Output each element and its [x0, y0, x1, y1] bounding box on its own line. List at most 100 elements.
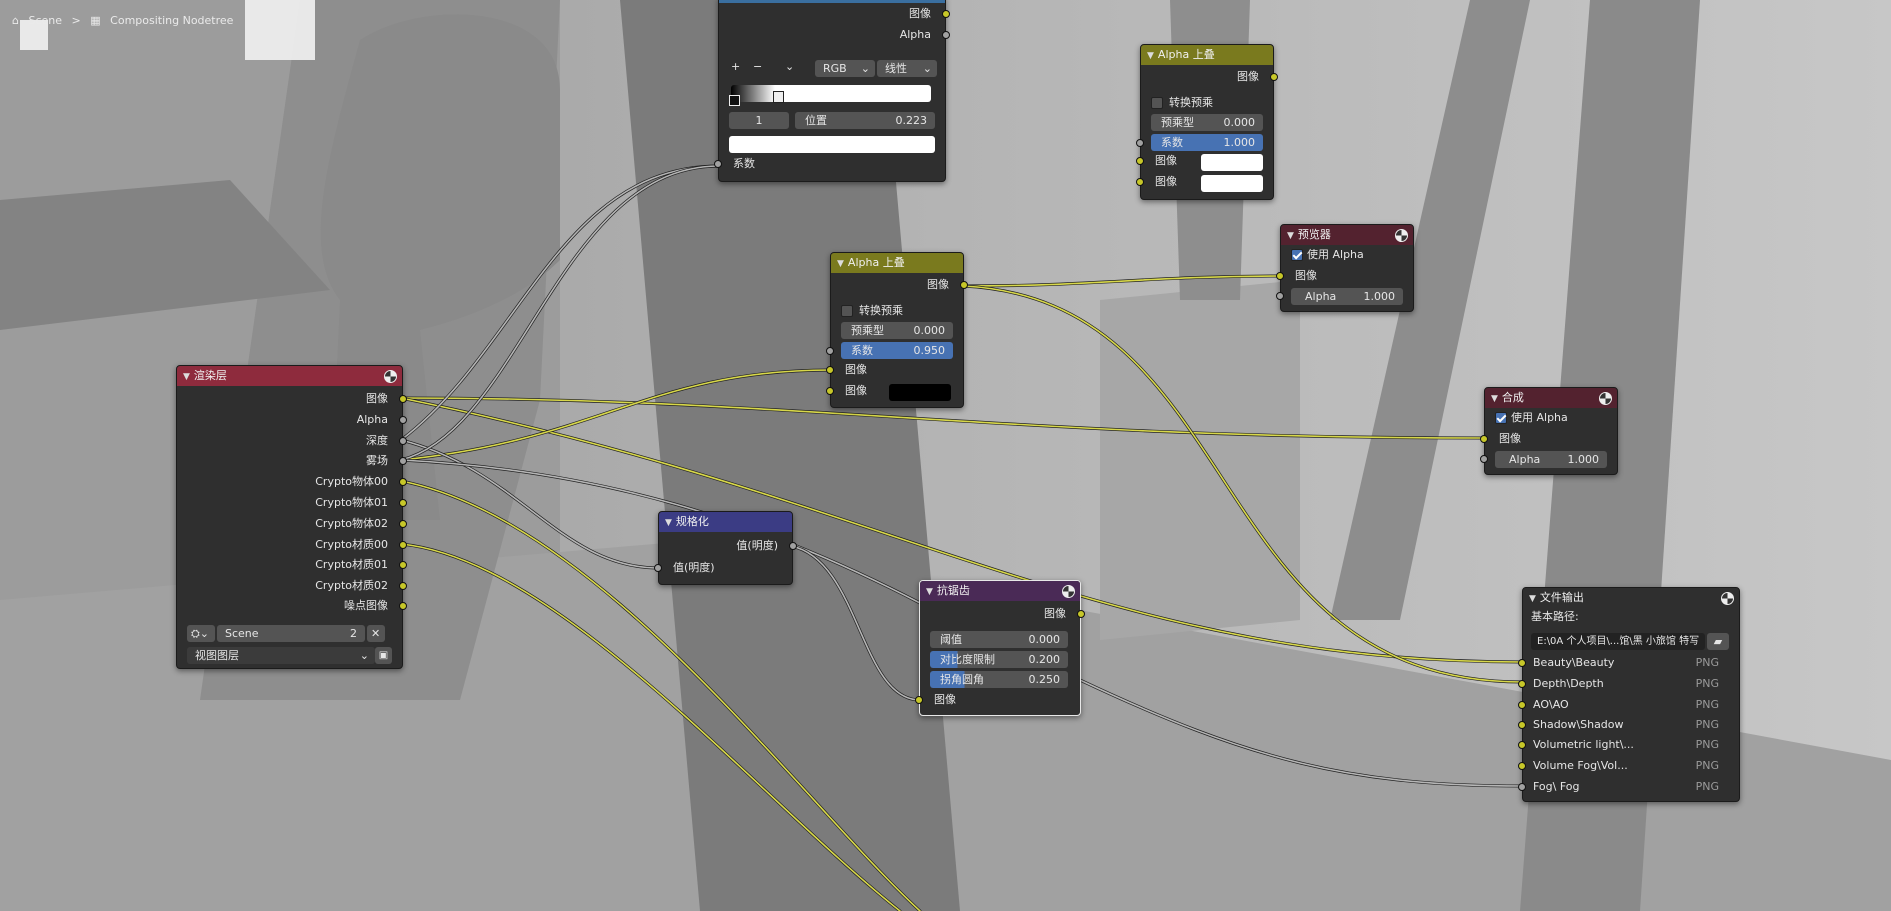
image-2-color[interactable] [889, 384, 951, 401]
fac-socket[interactable] [826, 347, 834, 355]
slot-shadow-socket[interactable] [1518, 721, 1526, 729]
stop-color-swatch[interactable] [729, 136, 935, 153]
chevron-down-icon: ▼ [926, 587, 933, 597]
output-cryptoobject01-socket[interactable] [399, 499, 407, 507]
slot-volumetric-light-socket[interactable] [1518, 741, 1526, 749]
alpha-over-top-header[interactable]: ▼ Alpha 上叠 [1141, 45, 1273, 65]
preview-toggle-icon[interactable] [1395, 229, 1408, 242]
folder-icon[interactable]: ▰ [1707, 633, 1729, 650]
use-alpha-checkbox[interactable] [1291, 249, 1303, 261]
file-output-header[interactable]: ▼ 文件输出 [1523, 588, 1739, 608]
premul-field[interactable]: 预乘型 0.000 [1151, 114, 1263, 131]
slot-depth-socket[interactable] [1518, 680, 1526, 688]
slot-fog-socket[interactable] [1518, 783, 1526, 791]
alpha-over-node-top[interactable]: ▼ Alpha 上叠 图像 转换预乘 预乘型 0.000 系数 1.000 图像 图像 [1136, 44, 1278, 200]
output-noisy-image-socket[interactable] [399, 602, 407, 610]
normalize-output-socket[interactable] [789, 542, 797, 550]
antialias-input-socket[interactable] [915, 696, 923, 704]
preview-toggle-icon[interactable] [1062, 585, 1075, 598]
unlink-scene-button[interactable]: ✕ [367, 625, 385, 642]
alpha-over-mid-out-socket[interactable] [960, 281, 968, 289]
normalize-header[interactable]: ▼ 规格化 [659, 512, 792, 532]
output-image-socket[interactable] [399, 395, 407, 403]
color-ramp-header[interactable] [719, 0, 945, 3]
viewer-image-socket[interactable] [1276, 272, 1284, 280]
base-path-field[interactable]: E:\0A 个人项目\...馆\黑 小旅馆 特写 [1531, 633, 1705, 650]
threshold-field[interactable]: 阈值 0.000 [930, 631, 1068, 648]
output-cryptomaterial01-socket[interactable] [399, 561, 407, 569]
image-input-2-socket[interactable] [826, 387, 834, 395]
slot-beauty-socket[interactable] [1518, 659, 1526, 667]
normalize-node[interactable]: ▼ 规格化 值(明度) 值(明度) [654, 511, 797, 585]
scene-selector-button[interactable]: ⛭⌄ [187, 625, 215, 642]
image-2-color[interactable] [1201, 175, 1263, 192]
color-mode-select[interactable]: RGB ⌄ [815, 60, 875, 77]
view-layer-select[interactable]: 视图图层 ⌄ [187, 647, 375, 664]
output-alpha-socket[interactable] [399, 416, 407, 424]
antialias-header[interactable]: ▼ 抗锯齿 [920, 581, 1080, 601]
fac-socket[interactable] [1136, 139, 1144, 147]
slot-ao-socket[interactable] [1518, 701, 1526, 709]
image-input-1-socket[interactable] [826, 366, 834, 374]
premul-field[interactable]: 预乘型 0.000 [841, 322, 953, 339]
output-cryptomaterial00-socket[interactable] [399, 541, 407, 549]
view-layer-browse-icon[interactable]: ▣ [375, 647, 392, 664]
interpolation-select[interactable]: 线性 ⌄ [877, 60, 937, 77]
normalize-input-socket[interactable] [654, 564, 662, 572]
composite-node[interactable]: ▼ 合成 使用 Alpha 图像 Alpha 1.000 [1480, 387, 1618, 475]
ramp-image-socket[interactable] [942, 10, 950, 18]
composite-image-socket[interactable] [1480, 435, 1488, 443]
slot-volume-fog: Volume Fog\Vol... [1533, 759, 1628, 772]
preview-toggle-icon[interactable] [384, 370, 397, 383]
remove-stop-button[interactable]: − [753, 57, 762, 77]
output-cryptoobject02-socket[interactable] [399, 520, 407, 528]
chevron-down-icon: ▼ [1491, 394, 1498, 404]
scene-name-field[interactable]: Scene [217, 625, 352, 642]
ramp-menu-button[interactable]: ⌄ [785, 57, 794, 77]
add-stop-button[interactable]: + [731, 57, 740, 77]
output-cryptomaterial02-socket[interactable] [399, 582, 407, 590]
convert-premul-checkbox[interactable] [1151, 97, 1163, 109]
viewer-alpha-field[interactable]: Alpha 1.000 [1291, 288, 1403, 305]
output-cryptoobject00-socket[interactable] [399, 478, 407, 486]
output-mist: 雾场 [366, 454, 388, 467]
image-input-2-socket[interactable] [1136, 178, 1144, 186]
breadcrumb-scene[interactable]: Scene [28, 14, 62, 27]
viewer-node[interactable]: ▼ 预览器 使用 Alpha 图像 Alpha 1.000 [1276, 224, 1414, 312]
render-layers-header[interactable]: ▼ 渲染层 [177, 366, 402, 386]
color-ramp-node[interactable]: 图像 Alpha + − ⌄ RGB ⌄ 线性 ⌄ 1 位置 0.223 系数 [714, 0, 950, 182]
image-1-color[interactable] [1201, 154, 1263, 171]
contrast-limit-field[interactable]: 对比度限制 0.200 [930, 651, 1068, 668]
ramp-stop-black[interactable] [729, 95, 740, 106]
slot-volume-fog-socket[interactable] [1518, 762, 1526, 770]
convert-premul-checkbox[interactable] [841, 305, 853, 317]
position-field[interactable]: 位置 0.223 [795, 112, 935, 129]
stop-index-field[interactable]: 1 [729, 112, 789, 129]
composite-header[interactable]: ▼ 合成 [1485, 388, 1617, 408]
alpha-over-node-mid[interactable]: ▼ Alpha 上叠 图像 转换预乘 预乘型 0.000 系数 0.950 图像 图像 [826, 252, 968, 408]
file-output-node[interactable]: ▼ 文件输出 基本路径: E:\0A 个人项目\...馆\黑 小旅馆 特写 ▰ B… [1518, 587, 1740, 802]
corner-rounding-field[interactable]: 拐角圆角 0.250 [930, 671, 1068, 688]
ramp-fac-socket[interactable] [714, 160, 722, 168]
ramp-alpha-socket[interactable] [942, 31, 950, 39]
composite-alpha-field[interactable]: Alpha 1.000 [1495, 451, 1607, 468]
color-ramp-gradient[interactable] [731, 85, 931, 102]
ramp-stop-white[interactable] [773, 91, 784, 103]
antialias-output-socket[interactable] [1077, 610, 1085, 618]
viewer-header[interactable]: ▼ 预览器 [1281, 225, 1413, 245]
preview-toggle-icon[interactable] [1599, 392, 1612, 405]
image-input-1-socket[interactable] [1136, 157, 1144, 165]
antialias-node[interactable]: ▼ 抗锯齿 图像 阈值 0.000 对比度限制 0.200 拐角圆角 0.250 图像 [915, 580, 1085, 716]
alpha-over-mid-header[interactable]: ▼ Alpha 上叠 [831, 253, 963, 273]
output-mist-socket[interactable] [399, 457, 407, 465]
use-alpha-checkbox[interactable] [1495, 412, 1507, 424]
fac-field[interactable]: 系数 1.000 [1151, 134, 1263, 151]
alpha-over-top-out-socket[interactable] [1270, 73, 1278, 81]
render-layers-node[interactable]: ▼ 渲染层 图像 Alpha 深度 雾场 Crypto物体00 Crypto物体0… [176, 365, 407, 669]
fac-field[interactable]: 系数 0.950 [841, 342, 953, 359]
breadcrumb-nodetree[interactable]: Compositing Nodetree [110, 14, 233, 27]
composite-alpha-socket[interactable] [1480, 455, 1488, 463]
viewer-alpha-socket[interactable] [1276, 292, 1284, 300]
preview-toggle-icon[interactable] [1721, 592, 1734, 605]
output-depth-socket[interactable] [399, 437, 407, 445]
